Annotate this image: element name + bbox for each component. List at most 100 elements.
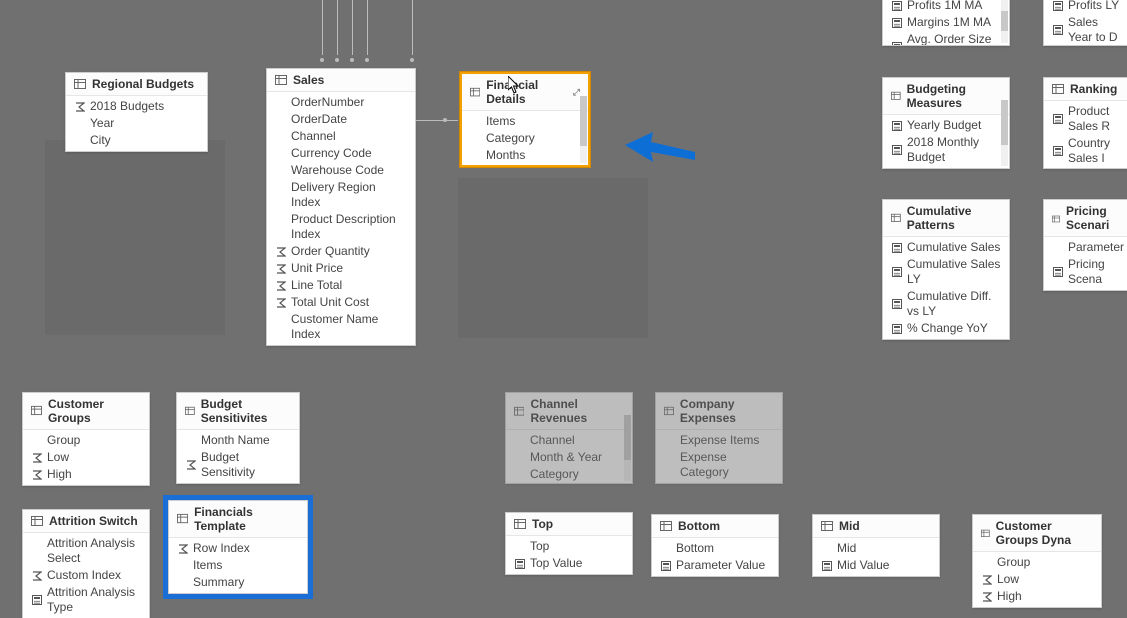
field-row[interactable]: City	[66, 132, 207, 149]
table-ranking[interactable]: Ranking Product Sales RCountry Sales IRe…	[1043, 77, 1127, 169]
table-header[interactable]: Regional Budgets	[66, 73, 207, 96]
table-customer-groups[interactable]: Customer Groups GroupLowHigh	[22, 392, 150, 486]
table-header[interactable]: Sales	[267, 69, 415, 92]
field-row[interactable]: Expense Category	[656, 449, 782, 481]
table-mid[interactable]: Mid MidMid Value	[812, 514, 940, 577]
field-row[interactable]: Group	[23, 432, 149, 449]
field-row[interactable]: Months	[462, 147, 588, 164]
field-row[interactable]: Total Unit Cost	[267, 294, 415, 311]
field-row[interactable]: Margins 1M MA	[883, 14, 1009, 31]
table-header[interactable]: Financials Template	[169, 501, 307, 538]
table-financials-template[interactable]: Financials Template Row IndexItemsSummar…	[168, 500, 308, 594]
field-row[interactable]: Product Sales R	[1044, 103, 1127, 135]
field-row[interactable]: Currency Code	[267, 145, 415, 162]
field-row[interactable]: Value	[462, 164, 588, 167]
field-row[interactable]: Mid	[813, 540, 939, 557]
field-row[interactable]: OrderDate	[267, 111, 415, 128]
field-row[interactable]: Group	[973, 554, 1101, 571]
table-partial-measures-1[interactable]: Profits 1M MAMargins 1M MAAvg. Order Siz…	[882, 0, 1010, 46]
model-canvas[interactable]: Regional Budgets 2018 BudgetsYearCity Sa…	[0, 0, 1127, 618]
field-row[interactable]: Cumulative Sales	[883, 239, 1009, 256]
field-row[interactable]: Top Value	[506, 555, 632, 572]
scrollbar-thumb[interactable]	[624, 415, 631, 460]
table-budget-sensitivities[interactable]: Budget Sensitivites Month NameBudget Sen…	[176, 392, 300, 484]
table-header[interactable]: Cumulative Patterns	[883, 200, 1009, 237]
table-header[interactable]: Budget Sensitivites	[177, 393, 299, 430]
table-channel-revenues[interactable]: Channel Revenues ChannelMonth & YearCate…	[505, 392, 633, 484]
field-row[interactable]: Regional Sales	[1044, 167, 1127, 169]
field-row[interactable]: Parameter Value	[652, 557, 778, 574]
field-row[interactable]: Sales Year to D	[1044, 14, 1127, 46]
field-row[interactable]: Warehouse Code	[267, 162, 415, 179]
field-row[interactable]: Product Description Index	[267, 211, 415, 243]
field-row[interactable]: Cumulative Diff. vs LY	[883, 288, 1009, 320]
field-row[interactable]: Parameter	[1044, 239, 1127, 256]
table-header[interactable]: Budgeting Measures	[883, 78, 1009, 115]
field-row[interactable]: Channel	[506, 432, 632, 449]
field-row[interactable]: 2018 Daily Budgets	[883, 166, 1009, 169]
field-row[interactable]: Year	[66, 115, 207, 132]
scrollbar-thumb[interactable]	[1001, 11, 1008, 31]
field-row[interactable]: Pricing Scena	[1044, 256, 1127, 288]
table-header[interactable]: Pricing Scenari	[1044, 200, 1127, 237]
table-header[interactable]: Mid	[813, 515, 939, 538]
scrollbar-thumb[interactable]	[1001, 100, 1008, 145]
field-row[interactable]: Bottom	[652, 540, 778, 557]
field-row[interactable]: Mid Value	[813, 557, 939, 574]
field-row[interactable]: % Change YoY	[883, 320, 1009, 337]
field-row[interactable]: High	[23, 466, 149, 483]
table-header[interactable]: Attrition Switch	[23, 510, 149, 533]
table-company-expenses[interactable]: Company Expenses Expense ItemsExpense Ca…	[655, 392, 783, 484]
field-row[interactable]: Expense Month	[656, 481, 782, 484]
table-header[interactable]: Customer Groups	[23, 393, 149, 430]
table-pricing-scenarios[interactable]: Pricing Scenari ParameterPricing Scena	[1043, 199, 1127, 291]
table-header[interactable]: Company Expenses	[656, 393, 782, 430]
field-row[interactable]: Avg. Order Size 1M MA	[883, 31, 1009, 46]
table-header[interactable]: Ranking	[1044, 78, 1127, 101]
table-top[interactable]: Top TopTop Value	[505, 512, 633, 575]
field-row[interactable]: Low	[973, 571, 1101, 588]
field-row[interactable]: Unit Price	[267, 260, 415, 277]
field-row[interactable]: 2018 Monthly Budget	[883, 134, 1009, 166]
table-customer-groups-dyna[interactable]: Customer Groups Dyna GroupLowHigh	[972, 514, 1102, 608]
field-row[interactable]: Summary	[169, 574, 307, 591]
field-row[interactable]: Expense Items	[656, 432, 782, 449]
field-row[interactable]: Channel	[267, 128, 415, 145]
field-row[interactable]: Profits 1M MA	[883, 0, 1009, 14]
field-row[interactable]: High	[973, 588, 1101, 605]
table-header[interactable]: Financial Details ⤢	[462, 74, 588, 111]
table-bottom[interactable]: Bottom BottomParameter Value	[651, 514, 779, 577]
field-row[interactable]: Category	[462, 130, 588, 147]
field-row[interactable]: Category	[506, 466, 632, 483]
field-row[interactable]: Order Quantity	[267, 243, 415, 260]
field-row[interactable]: First Date	[506, 483, 632, 484]
field-row[interactable]: Line Total	[267, 277, 415, 294]
table-partial-measures-2[interactable]: Profits LYSales Year to DSales Year to D	[1043, 0, 1127, 46]
field-row[interactable]: Profits LY	[1044, 0, 1127, 14]
table-header[interactable]: Channel Revenues	[506, 393, 632, 430]
field-row[interactable]: Month Name	[177, 432, 299, 449]
field-row[interactable]: Country Sales I	[1044, 135, 1127, 167]
table-regional-budgets[interactable]: Regional Budgets 2018 BudgetsYearCity	[65, 72, 208, 152]
field-row[interactable]: Custom Index	[23, 567, 149, 584]
table-sales[interactable]: Sales OrderNumberOrderDateChannelCurrenc…	[266, 68, 416, 346]
field-row[interactable]: Items	[462, 113, 588, 130]
table-budgeting-measures[interactable]: Budgeting Measures Yearly Budget2018 Mon…	[882, 77, 1010, 169]
table-financial-details[interactable]: Financial Details ⤢ ItemsCategoryMonthsV…	[460, 72, 590, 167]
field-row[interactable]: 2018 Budgets	[66, 98, 207, 115]
field-row[interactable]: Cumulative Sales LY	[883, 256, 1009, 288]
field-row[interactable]: Row Index	[169, 540, 307, 557]
table-header[interactable]: Top	[506, 513, 632, 536]
field-row[interactable]: Attrition Analysis Type	[23, 584, 149, 616]
scrollbar-thumb[interactable]	[580, 96, 587, 146]
field-row[interactable]: Budget Sensitivity	[177, 449, 299, 481]
table-header[interactable]: Bottom	[652, 515, 778, 538]
field-row[interactable]: Items	[169, 557, 307, 574]
table-cumulative-patterns[interactable]: Cumulative Patterns Cumulative SalesCumu…	[882, 199, 1010, 340]
expand-icon[interactable]: ⤢	[573, 87, 580, 98]
table-attrition-switch[interactable]: Attrition Switch Attrition Analysis Sele…	[22, 509, 150, 618]
field-row[interactable]: Customer Name Index	[267, 311, 415, 343]
table-header[interactable]: Customer Groups Dyna	[973, 515, 1101, 552]
field-row[interactable]: Top	[506, 538, 632, 555]
field-row[interactable]: OrderNumber	[267, 94, 415, 111]
